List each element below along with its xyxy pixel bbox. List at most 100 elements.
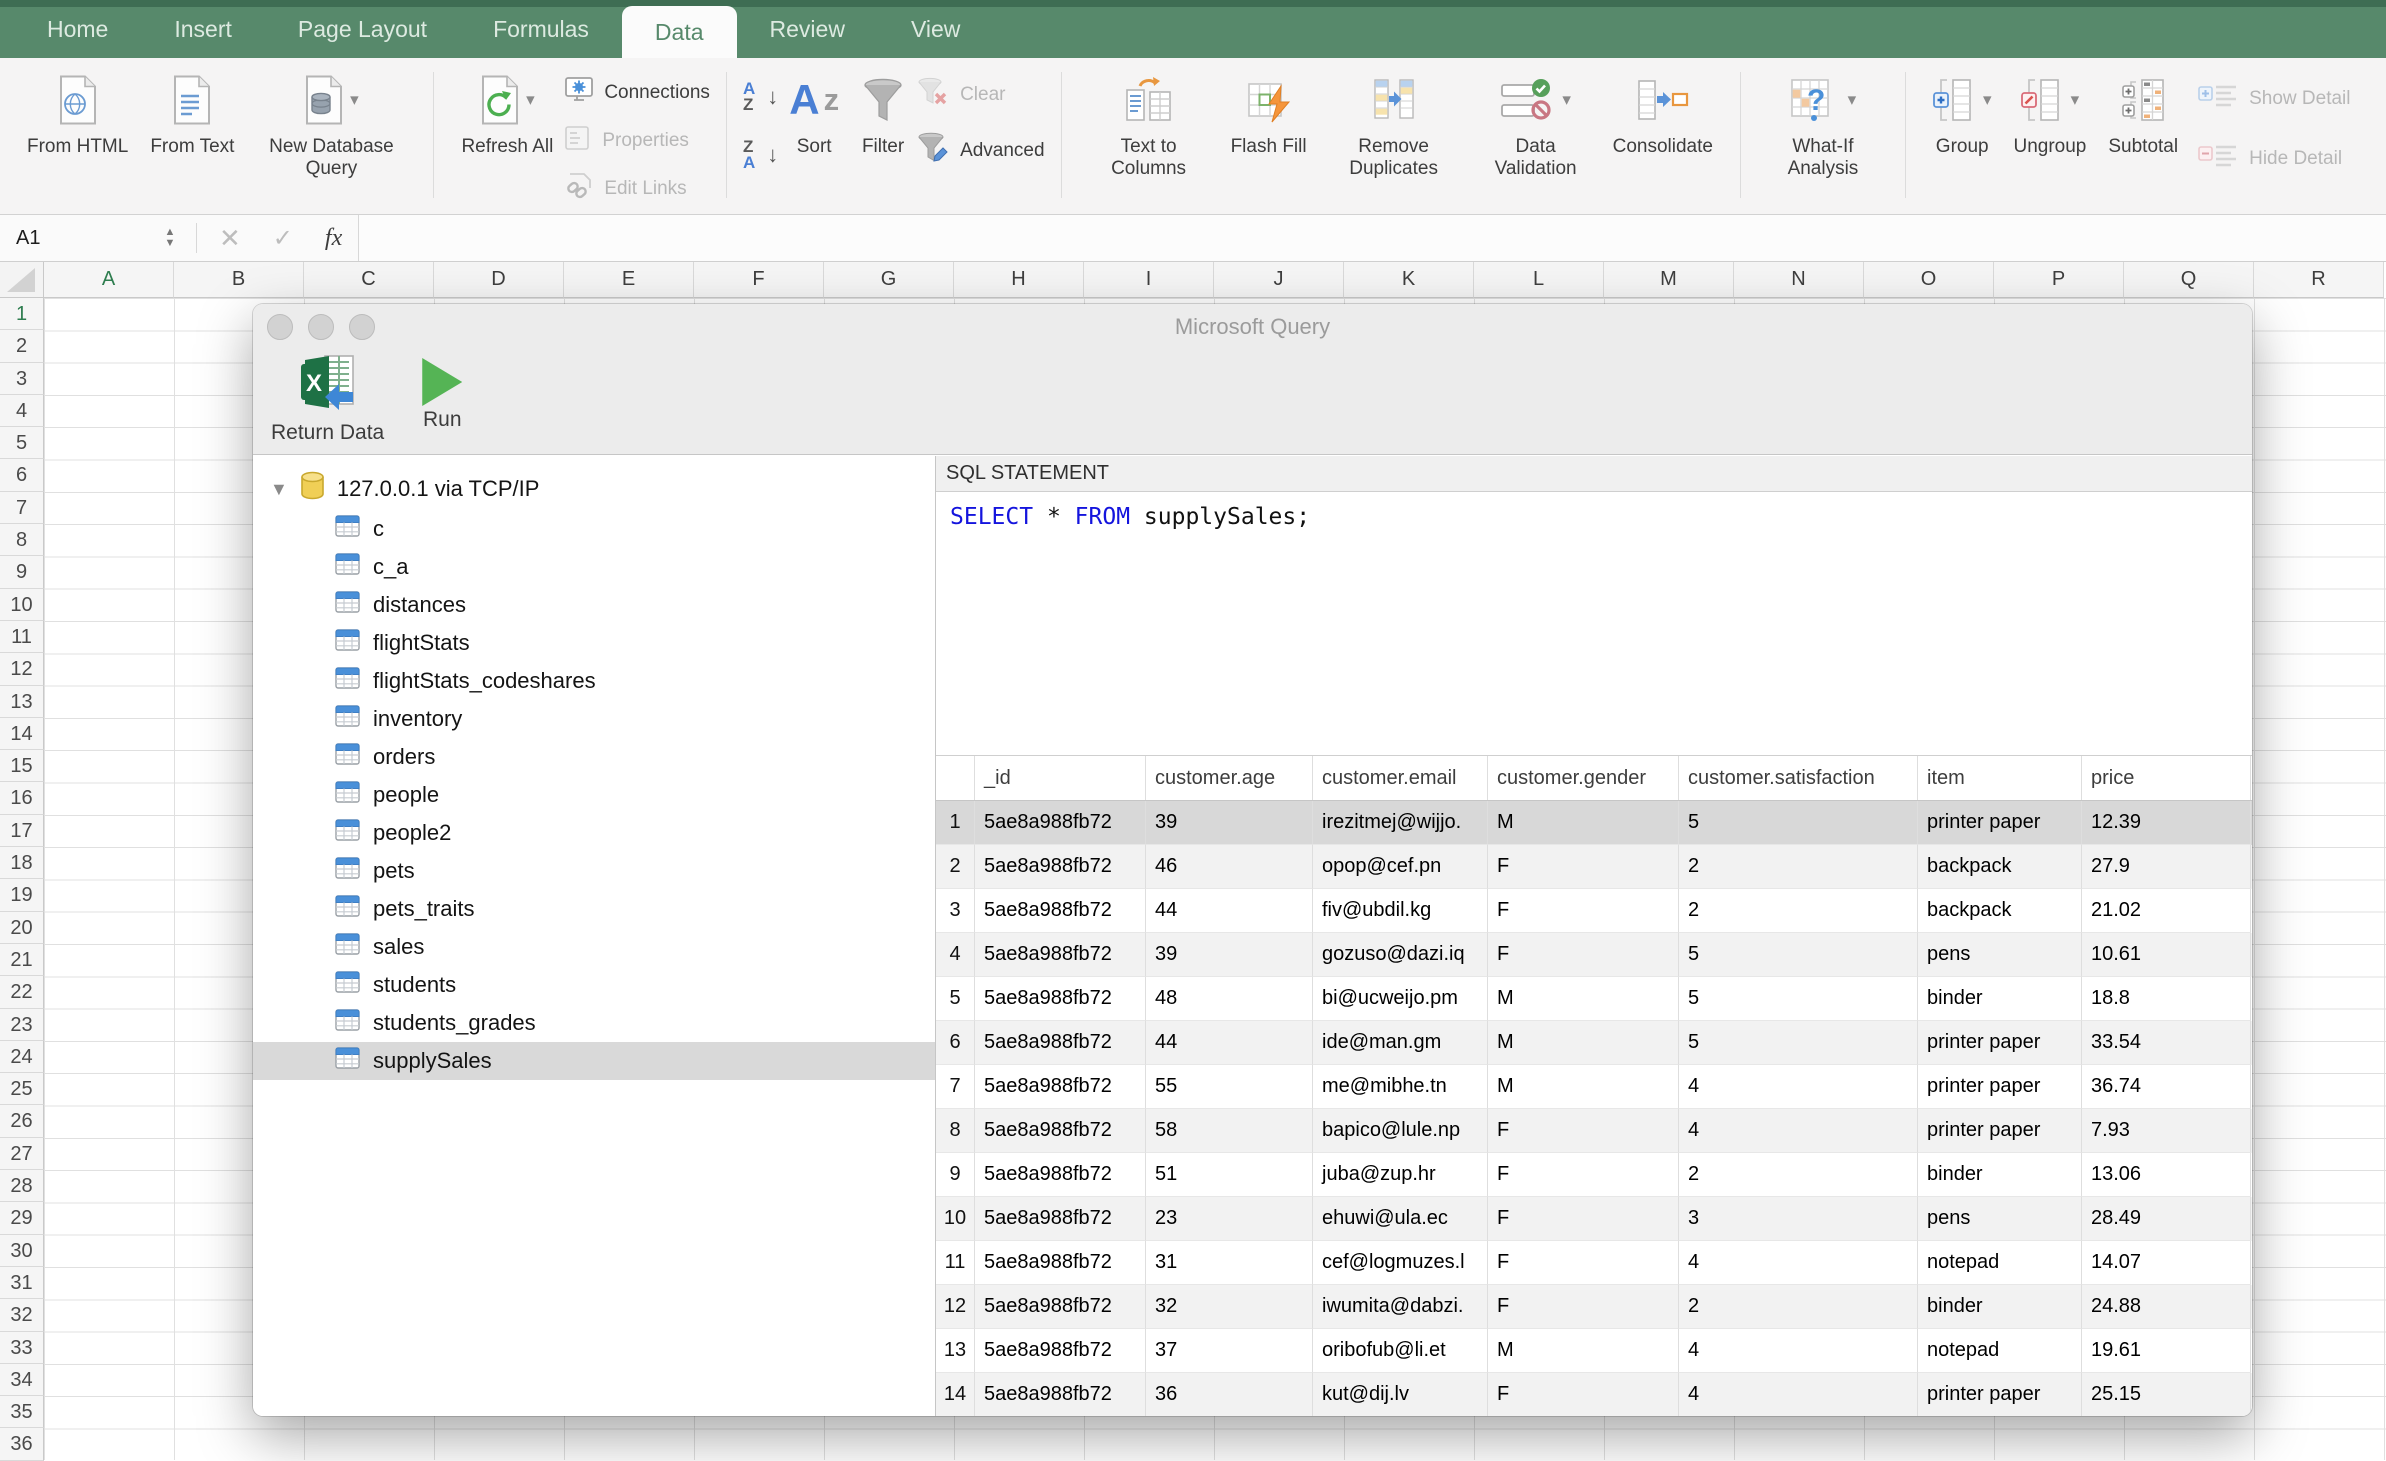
column-header-p[interactable]: P: [1994, 262, 2124, 298]
row-header-26[interactable]: 26: [0, 1105, 44, 1138]
run-button[interactable]: Run: [414, 350, 470, 432]
row-header-17[interactable]: 17: [0, 814, 44, 848]
new-database-query-button[interactable]: ▾ New Database Query: [245, 68, 417, 180]
row-header-23[interactable]: 23: [0, 1008, 44, 1041]
row-header-3[interactable]: 3: [0, 362, 44, 395]
row-header-8[interactable]: 8: [0, 524, 44, 557]
result-row-1[interactable]: 1 5ae8a988fb72 39 irezitmej@wijjo. M 5 printer…: [936, 801, 2252, 845]
sort-ascending-button[interactable]: AZ ↓: [743, 80, 778, 114]
row-header-18[interactable]: 18: [0, 847, 44, 880]
tree-item-c[interactable]: c: [253, 510, 935, 548]
cancel-icon[interactable]: ✕: [219, 223, 241, 254]
result-row-9[interactable]: 9 5ae8a988fb72 51 juba@zup.hr F 2 binder 13.06: [936, 1153, 2252, 1197]
tree-item-flightStats[interactable]: flightStats: [253, 624, 935, 662]
row-header-22[interactable]: 22: [0, 976, 44, 1009]
column-header-d[interactable]: D: [434, 262, 564, 298]
result-row-5[interactable]: 5 5ae8a988fb72 48 bi@ucweijo.pm M 5 binder 18.8: [936, 977, 2252, 1021]
row-header-28[interactable]: 28: [0, 1170, 44, 1203]
from-html-button[interactable]: From HTML: [16, 68, 139, 158]
row-header-32[interactable]: 32: [0, 1299, 44, 1332]
tab-home[interactable]: Home: [14, 0, 141, 58]
result-row-11[interactable]: 11 5ae8a988fb72 31 cef@logmuzes.l F 4 notepad 1…: [936, 1241, 2252, 1285]
name-box[interactable]: A1: [0, 227, 150, 250]
results-column-header[interactable]: customer.email: [1313, 756, 1488, 800]
tab-review[interactable]: Review: [737, 0, 878, 58]
result-row-12[interactable]: 12 5ae8a988fb72 32 iwumita@dabzi. F 2 binder 24…: [936, 1285, 2252, 1329]
row-header-30[interactable]: 30: [0, 1234, 44, 1267]
row-header-16[interactable]: 16: [0, 782, 44, 815]
result-row-13[interactable]: 13 5ae8a988fb72 37 oribofub@li.et M 4 notepad 1…: [936, 1329, 2252, 1373]
column-header-c[interactable]: C: [304, 262, 434, 298]
tree-item-students[interactable]: students: [253, 966, 935, 1004]
sort-button[interactable]: Az Sort: [778, 68, 850, 158]
row-header-24[interactable]: 24: [0, 1040, 44, 1074]
result-row-6[interactable]: 6 5ae8a988fb72 44 ide@man.gm M 5 printer paper…: [936, 1021, 2252, 1065]
tree-item-people2[interactable]: people2: [253, 814, 935, 852]
data-validation-dropdown-icon[interactable]: ▾: [1562, 90, 1571, 110]
row-header-10[interactable]: 10: [0, 588, 44, 621]
insert-function-icon[interactable]: fx: [325, 225, 342, 252]
column-header-l[interactable]: L: [1474, 262, 1604, 298]
row-header-9[interactable]: 9: [0, 556, 44, 589]
row-header-6[interactable]: 6: [0, 459, 44, 492]
tree-connection-root[interactable]: ▼ 127.0.0.1 via TCP/IP: [253, 468, 935, 510]
tab-page-layout[interactable]: Page Layout: [265, 0, 460, 58]
row-header-29[interactable]: 29: [0, 1202, 44, 1235]
group-button[interactable]: ▾ Group: [1922, 68, 2003, 158]
column-header-k[interactable]: K: [1344, 262, 1474, 298]
sort-descending-button[interactable]: ZA ↓: [743, 138, 778, 172]
results-column-header[interactable]: item: [1918, 756, 2082, 800]
tab-insert[interactable]: Insert: [141, 0, 265, 58]
result-row-2[interactable]: 2 5ae8a988fb72 46 opop@cef.pn F 2 backpack 27.9: [936, 845, 2252, 889]
tree-item-orders[interactable]: orders: [253, 738, 935, 776]
text-to-columns-button[interactable]: Text to Columns: [1078, 68, 1220, 180]
subtotal-button[interactable]: Subtotal: [2097, 68, 2189, 158]
tree-item-supplySales[interactable]: supplySales: [253, 1042, 935, 1080]
row-header-36[interactable]: 36: [0, 1428, 44, 1461]
column-header-a[interactable]: A: [44, 262, 174, 298]
tree-item-distances[interactable]: distances: [253, 586, 935, 624]
what-if-analysis-button[interactable]: ? ▾ What-If Analysis: [1757, 68, 1889, 180]
accept-icon[interactable]: ✓: [273, 224, 293, 253]
row-header-4[interactable]: 4: [0, 394, 44, 428]
column-header-g[interactable]: G: [824, 262, 954, 298]
result-row-14[interactable]: 14 5ae8a988fb72 36 kut@dij.lv F 4 printer pape…: [936, 1373, 2252, 1416]
column-header-f[interactable]: F: [694, 262, 824, 298]
ungroup-dropdown-icon[interactable]: ▾: [2071, 90, 2080, 110]
tree-item-pets[interactable]: pets: [253, 852, 935, 890]
formula-input[interactable]: [358, 215, 2386, 261]
column-header-o[interactable]: O: [1864, 262, 1994, 298]
row-header-35[interactable]: 35: [0, 1396, 44, 1429]
tab-formulas[interactable]: Formulas: [460, 0, 622, 58]
row-header-2[interactable]: 2: [0, 330, 44, 363]
query-window-titlebar[interactable]: Microsoft Query: [253, 304, 2252, 350]
row-header-27[interactable]: 27: [0, 1137, 44, 1171]
consolidate-button[interactable]: Consolidate: [1602, 68, 1724, 158]
select-all-corner[interactable]: [0, 262, 44, 298]
results-column-header[interactable]: customer.gender: [1488, 756, 1679, 800]
advanced-filter-button[interactable]: Advanced: [916, 132, 1045, 168]
sql-editor[interactable]: SELECT * FROM supplySales;: [936, 492, 2252, 756]
tree-item-sales[interactable]: sales: [253, 928, 935, 966]
column-header-b[interactable]: B: [174, 262, 304, 298]
new-database-query-dropdown-icon[interactable]: ▾: [350, 90, 359, 110]
tree-item-flightStats_codeshares[interactable]: flightStats_codeshares: [253, 662, 935, 700]
row-header-15[interactable]: 15: [0, 750, 44, 783]
refresh-all-button[interactable]: ▾ Refresh All: [450, 68, 564, 158]
refresh-all-dropdown-icon[interactable]: ▾: [526, 90, 535, 110]
ungroup-button[interactable]: ▾ Ungroup: [2002, 68, 2097, 158]
result-row-4[interactable]: 4 5ae8a988fb72 39 gozuso@dazi.iq F 5 pens 10.61: [936, 933, 2252, 977]
flash-fill-button[interactable]: Flash Fill: [1220, 68, 1318, 158]
row-header-19[interactable]: 19: [0, 879, 44, 912]
tree-item-people[interactable]: people: [253, 776, 935, 814]
tree-item-c_a[interactable]: c_a: [253, 548, 935, 586]
row-header-7[interactable]: 7: [0, 491, 44, 525]
return-data-button[interactable]: X Return Data: [271, 350, 384, 445]
column-header-q[interactable]: Q: [2124, 262, 2254, 298]
tab-view[interactable]: View: [878, 0, 993, 58]
row-header-13[interactable]: 13: [0, 685, 44, 718]
row-header-1[interactable]: 1: [0, 298, 44, 331]
tree-item-students_grades[interactable]: students_grades: [253, 1004, 935, 1042]
result-row-10[interactable]: 10 5ae8a988fb72 23 ehuwi@ula.ec F 3 pens 28.49: [936, 1197, 2252, 1241]
remove-duplicates-button[interactable]: Remove Duplicates: [1318, 68, 1470, 180]
